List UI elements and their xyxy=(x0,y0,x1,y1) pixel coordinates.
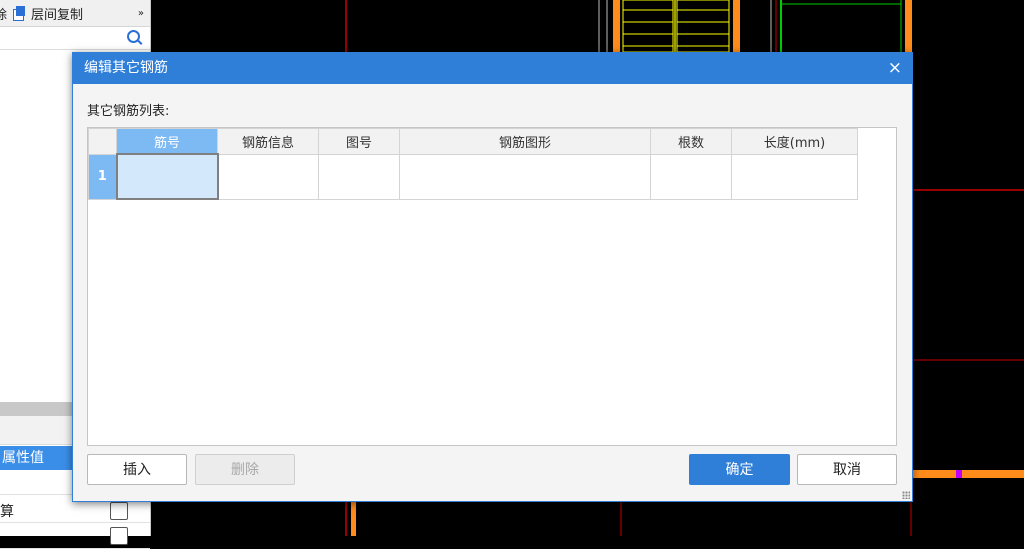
delete-button[interactable]: 删除 xyxy=(195,454,295,485)
column-header-figure-number[interactable]: 图号 xyxy=(318,128,400,155)
left-toolbar: 除 层间复制 » xyxy=(0,0,150,27)
close-icon[interactable]: × xyxy=(888,53,902,84)
row-number[interactable]: 1 xyxy=(88,153,117,200)
cell-bar-number[interactable] xyxy=(115,153,219,200)
truncated-toolbar-label[interactable]: 除 xyxy=(0,4,7,23)
edit-other-rebar-dialog: 编辑其它钢筋 × 其它钢筋列表: 筋号 钢筋信息 图号 钢筋图形 根数 长度(m… xyxy=(72,52,913,502)
property-row-label: 算 xyxy=(0,504,14,520)
property-checkbox[interactable] xyxy=(110,527,128,545)
dialog-titlebar[interactable]: 编辑其它钢筋 × xyxy=(73,53,912,84)
property-checkbox[interactable] xyxy=(110,502,128,520)
insert-button[interactable]: 插入 xyxy=(87,454,187,485)
rebar-table: 筋号 钢筋信息 图号 钢筋图形 根数 长度(mm) 1 xyxy=(88,128,858,200)
copy-floor-button[interactable]: 层间复制 xyxy=(31,4,83,23)
corner-header[interactable] xyxy=(88,128,117,155)
column-header-rebar-shape[interactable]: 钢筋图形 xyxy=(399,128,651,155)
column-header-bar-number[interactable]: 筋号 xyxy=(116,128,218,155)
cell-length[interactable] xyxy=(731,153,858,200)
column-header-count[interactable]: 根数 xyxy=(650,128,732,155)
resize-grip-icon[interactable] xyxy=(902,491,910,499)
ok-button[interactable]: 确定 xyxy=(689,454,790,485)
cancel-button[interactable]: 取消 xyxy=(797,454,897,485)
cell-figure-number[interactable] xyxy=(318,153,400,200)
search-icon[interactable] xyxy=(127,30,140,43)
column-header-rebar-info[interactable]: 钢筋信息 xyxy=(217,128,319,155)
cell-count[interactable] xyxy=(650,153,732,200)
rebar-table-container[interactable]: 筋号 钢筋信息 图号 钢筋图形 根数 长度(mm) 1 xyxy=(87,127,897,446)
cell-rebar-info[interactable] xyxy=(217,153,319,200)
table-row[interactable]: 1 xyxy=(88,153,858,200)
dialog-title: 编辑其它钢筋 xyxy=(84,60,168,76)
column-header-length[interactable]: 长度(mm) xyxy=(731,128,858,155)
search-input[interactable] xyxy=(0,27,150,50)
copy-floor-icon[interactable] xyxy=(13,6,27,21)
property-row xyxy=(0,524,150,549)
rebar-list-label: 其它钢筋列表: xyxy=(87,104,170,119)
more-icon[interactable]: » xyxy=(138,8,144,19)
cell-rebar-shape[interactable] xyxy=(399,153,651,200)
